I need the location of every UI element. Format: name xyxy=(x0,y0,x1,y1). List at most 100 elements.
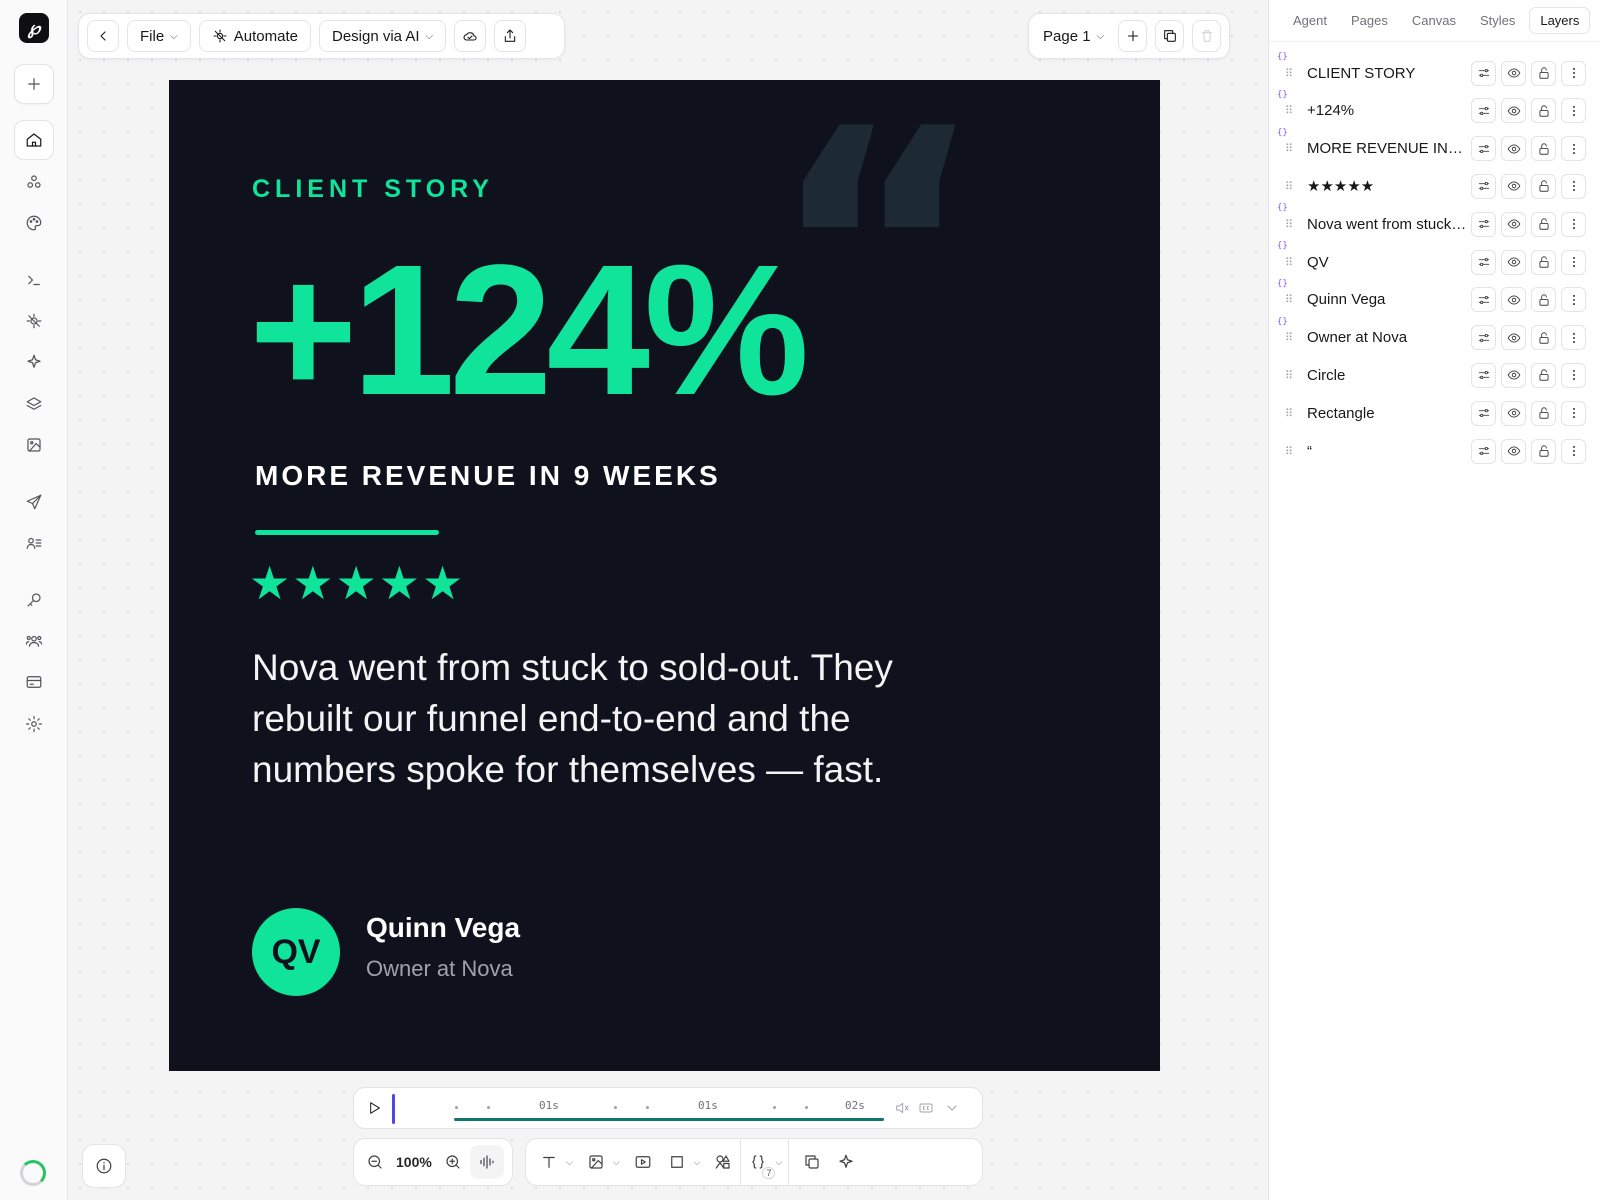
rail-contacts[interactable] xyxy=(14,523,54,563)
lock-icon[interactable] xyxy=(1531,249,1556,275)
app-logo[interactable]: ℘ xyxy=(19,13,49,43)
tab-layers[interactable]: Layers xyxy=(1529,7,1591,34)
adjust-icon[interactable] xyxy=(1471,325,1496,351)
adjust-icon[interactable] xyxy=(1471,287,1496,313)
layer-row[interactable]: {} ⠿ CLIENT STORY xyxy=(1277,52,1595,90)
lock-icon[interactable] xyxy=(1531,325,1556,351)
drag-handle-icon[interactable]: ⠿ xyxy=(1285,67,1301,80)
timeline[interactable]: 01s 01s 02s xyxy=(353,1087,983,1129)
tab-pages[interactable]: Pages xyxy=(1341,8,1398,33)
eye-icon[interactable] xyxy=(1501,60,1526,86)
more-options-icon[interactable] xyxy=(1561,362,1586,388)
eye-icon[interactable] xyxy=(1501,249,1526,275)
lock-icon[interactable] xyxy=(1531,287,1556,313)
adjust-icon[interactable] xyxy=(1471,60,1496,86)
eye-icon[interactable] xyxy=(1501,136,1526,162)
rail-team[interactable] xyxy=(14,621,54,661)
rail-send[interactable] xyxy=(14,482,54,522)
adjust-icon[interactable] xyxy=(1471,249,1496,275)
rail-components[interactable] xyxy=(14,162,54,202)
page-select[interactable]: Page 1 ⌵ xyxy=(1037,20,1111,52)
drag-handle-icon[interactable]: ⠿ xyxy=(1285,256,1301,269)
eye-icon[interactable] xyxy=(1501,438,1526,464)
timeline-track[interactable] xyxy=(454,1118,884,1121)
tab-styles[interactable]: Styles xyxy=(1470,8,1525,33)
rail-layers[interactable] xyxy=(14,384,54,424)
eye-icon[interactable] xyxy=(1501,287,1526,313)
layer-row[interactable]: ⠿ Rectangle xyxy=(1277,396,1595,430)
drag-handle-icon[interactable]: ⠿ xyxy=(1285,180,1301,193)
more-options-icon[interactable] xyxy=(1561,136,1586,162)
chevron-down-icon[interactable]: ⌵ xyxy=(694,1157,701,1168)
more-options-icon[interactable] xyxy=(1561,98,1586,124)
volume-icon[interactable] xyxy=(894,1100,910,1116)
chevron-down-icon[interactable] xyxy=(944,1100,960,1116)
delete-page-button[interactable] xyxy=(1192,20,1221,52)
cloud-sync-button[interactable] xyxy=(454,20,487,52)
rail-media[interactable] xyxy=(14,425,54,465)
eye-icon[interactable] xyxy=(1501,173,1526,199)
layer-row[interactable]: ⠿ “ xyxy=(1277,434,1595,468)
lock-icon[interactable] xyxy=(1531,400,1556,426)
lock-icon[interactable] xyxy=(1531,98,1556,124)
adjust-icon[interactable] xyxy=(1471,136,1496,162)
add-page-button[interactable] xyxy=(1118,20,1148,52)
drag-handle-icon[interactable]: ⠿ xyxy=(1285,218,1301,231)
rectangle-tool-button[interactable] xyxy=(660,1145,694,1179)
eye-icon[interactable] xyxy=(1501,211,1526,237)
rail-automation[interactable] xyxy=(14,301,54,341)
text-tool-button[interactable] xyxy=(532,1145,566,1179)
drag-handle-icon[interactable]: ⠿ xyxy=(1285,369,1301,382)
adjust-icon[interactable] xyxy=(1471,438,1496,464)
adjust-icon[interactable] xyxy=(1471,362,1496,388)
tab-agent[interactable]: Agent xyxy=(1283,8,1337,33)
captions-icon[interactable] xyxy=(918,1100,934,1116)
duplicate-page-button[interactable] xyxy=(1155,20,1185,52)
drag-handle-icon[interactable]: ⠿ xyxy=(1285,142,1301,155)
layer-row[interactable]: {} ⠿ Owner at Nova xyxy=(1277,317,1595,355)
layer-row[interactable]: ⠿ ★★★★★ xyxy=(1277,169,1595,203)
layer-row[interactable]: {} ⠿ Nova went from stuck to sold-out. xyxy=(1277,203,1595,241)
drag-handle-icon[interactable]: ⠿ xyxy=(1285,104,1301,117)
zoom-out-button[interactable] xyxy=(358,1145,392,1179)
rail-terminal[interactable] xyxy=(14,260,54,300)
info-button[interactable] xyxy=(82,1144,126,1188)
chevron-down-icon[interactable]: ⌵ xyxy=(613,1157,620,1168)
lock-icon[interactable] xyxy=(1531,173,1556,199)
lock-icon[interactable] xyxy=(1531,211,1556,237)
shapes-tool-button[interactable] xyxy=(706,1145,740,1179)
eye-icon[interactable] xyxy=(1501,362,1526,388)
eye-icon[interactable] xyxy=(1501,400,1526,426)
layer-row[interactable]: {} ⠿ Quinn Vega xyxy=(1277,279,1595,317)
playhead[interactable] xyxy=(392,1094,395,1124)
drag-handle-icon[interactable]: ⠿ xyxy=(1285,331,1301,344)
variables-button[interactable]: 7 xyxy=(741,1145,776,1179)
artboard[interactable]: “ CLIENT STORY +124% MORE REVENUE IN 9 W… xyxy=(169,80,1160,1071)
adjust-icon[interactable] xyxy=(1471,400,1496,426)
drag-handle-icon[interactable]: ⠿ xyxy=(1285,407,1301,420)
tab-canvas[interactable]: Canvas xyxy=(1402,8,1466,33)
share-button[interactable] xyxy=(494,20,527,52)
lock-icon[interactable] xyxy=(1531,60,1556,86)
rail-settings[interactable] xyxy=(14,704,54,744)
video-tool-button[interactable] xyxy=(626,1145,660,1179)
layer-row[interactable]: {} ⠿ MORE REVENUE IN 9 WEEKS xyxy=(1277,128,1595,166)
audio-button[interactable] xyxy=(469,1145,504,1179)
zoom-level[interactable]: 100% xyxy=(392,1154,436,1170)
rail-palette[interactable] xyxy=(14,203,54,243)
ai-magic-button[interactable] xyxy=(829,1145,863,1179)
drag-handle-icon[interactable]: ⠿ xyxy=(1285,293,1301,306)
more-options-icon[interactable] xyxy=(1561,438,1586,464)
layer-row[interactable]: {} ⠿ +124% xyxy=(1277,90,1595,128)
more-options-icon[interactable] xyxy=(1561,211,1586,237)
eye-icon[interactable] xyxy=(1501,325,1526,351)
drag-handle-icon[interactable]: ⠿ xyxy=(1285,445,1301,458)
rail-keys[interactable] xyxy=(14,580,54,620)
lock-icon[interactable] xyxy=(1531,362,1556,388)
eye-icon[interactable] xyxy=(1501,98,1526,124)
lock-icon[interactable] xyxy=(1531,438,1556,464)
zoom-in-button[interactable] xyxy=(436,1145,470,1179)
adjust-icon[interactable] xyxy=(1471,211,1496,237)
image-tool-button[interactable] xyxy=(579,1145,613,1179)
file-menu-button[interactable]: File ⌵ xyxy=(127,20,191,52)
